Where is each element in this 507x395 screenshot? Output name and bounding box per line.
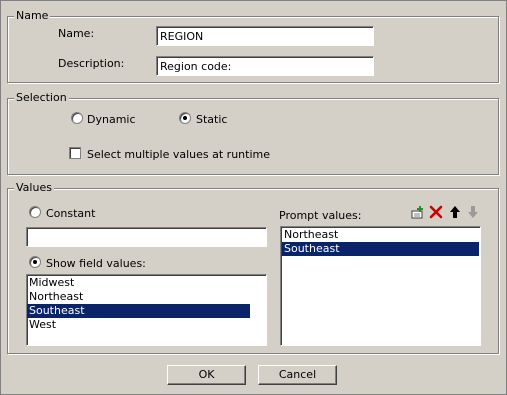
move-up-icon[interactable] xyxy=(447,204,463,220)
static-radio[interactable] xyxy=(179,112,191,124)
list-item[interactable]: Southeast xyxy=(282,242,479,256)
move-down-icon[interactable] xyxy=(465,204,481,220)
dynamic-radio[interactable] xyxy=(71,112,83,124)
values-group-legend: Values xyxy=(14,181,54,194)
description-input[interactable]: Region code: xyxy=(156,56,374,76)
ok-button[interactable]: OK xyxy=(167,365,246,385)
multi-select-checkbox[interactable] xyxy=(69,147,81,159)
name-label: Name: xyxy=(58,27,95,40)
static-label[interactable]: Static xyxy=(196,113,227,126)
list-item[interactable]: Northeast xyxy=(27,290,250,304)
add-icon[interactable] xyxy=(410,204,426,220)
list-item[interactable]: Southeast xyxy=(27,304,250,318)
selection-group: Selection xyxy=(7,91,499,175)
prompt-values-label: Prompt values: xyxy=(279,209,362,222)
dynamic-label[interactable]: Dynamic xyxy=(87,113,136,126)
description-label: Description: xyxy=(58,57,125,70)
constant-input[interactable] xyxy=(26,227,267,247)
name-input[interactable]: REGION xyxy=(156,26,374,46)
show-field-values-label[interactable]: Show field values: xyxy=(46,257,146,270)
constant-label[interactable]: Constant xyxy=(46,207,95,220)
selection-group-legend: Selection xyxy=(14,91,69,104)
multi-select-label[interactable]: Select multiple values at runtime xyxy=(87,148,270,161)
field-values-list[interactable]: Midwest Northeast Southeast West xyxy=(26,274,267,346)
list-item[interactable]: West xyxy=(27,318,250,332)
prompt-values-list[interactable]: Northeast Southeast xyxy=(280,226,481,346)
name-group-legend: Name xyxy=(14,9,51,22)
list-item[interactable]: Northeast xyxy=(282,228,479,242)
cancel-button[interactable]: Cancel xyxy=(258,365,337,385)
constant-radio[interactable] xyxy=(29,206,41,218)
list-item[interactable]: Midwest xyxy=(27,276,250,290)
show-field-values-radio[interactable] xyxy=(29,256,41,268)
dialog-window: Name Name: REGION Description: Region co… xyxy=(0,0,507,395)
delete-icon[interactable] xyxy=(428,204,444,220)
